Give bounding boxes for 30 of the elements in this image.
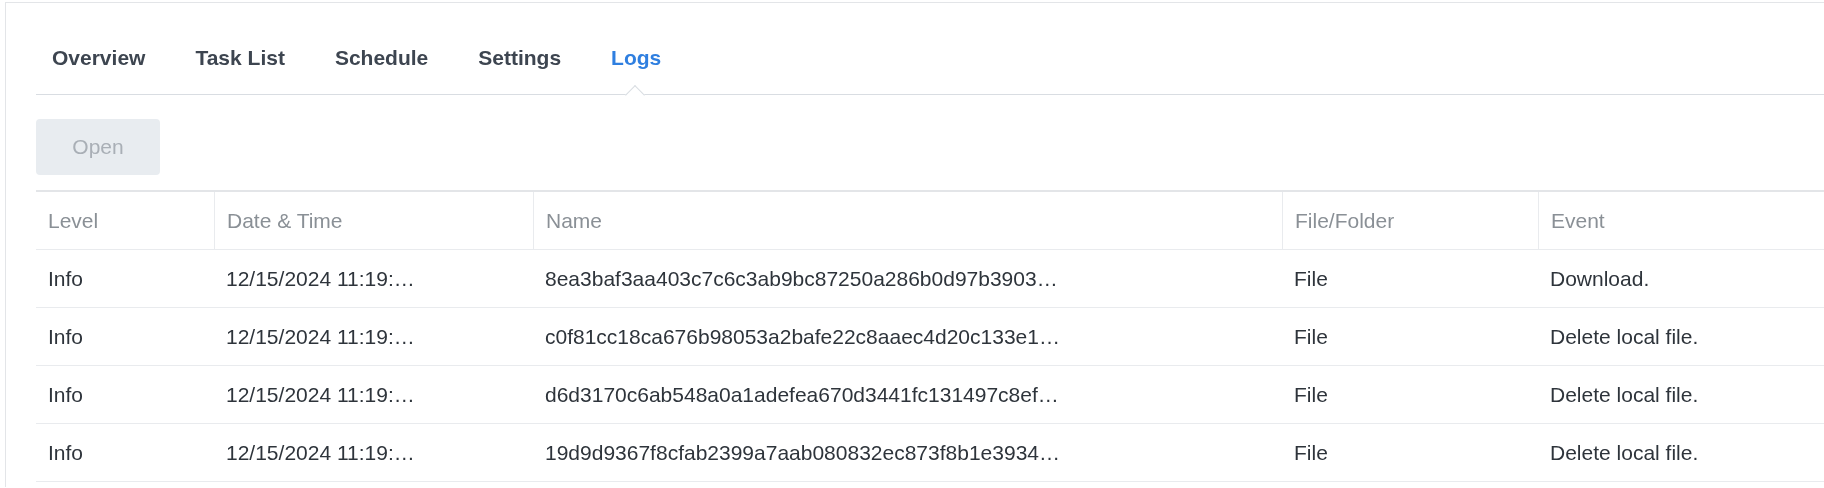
table-cell-text: Delete local file.	[1549, 381, 1700, 408]
table-cell-text: File	[1293, 439, 1329, 466]
tab[interactable]: Overview	[36, 46, 160, 94]
column-header[interactable]: Event	[1538, 192, 1824, 249]
tab[interactable]: Logs	[595, 46, 676, 94]
tab[interactable]: Schedule	[318, 46, 443, 94]
tab[interactable]: Task List	[179, 46, 299, 94]
table-cell-text: Info	[47, 439, 85, 466]
table-cell-text: d6d3170c6ab548a0a1adefea670d3441fc131497c8ef…	[544, 381, 1060, 408]
table-cell-text: Download.	[1549, 265, 1651, 292]
table-cell-text: Info	[47, 381, 85, 408]
column-header[interactable]: File/Folder	[1282, 192, 1538, 249]
table-cell-text: Info	[47, 265, 85, 292]
table-cell-text: 19d9d9367f8cfab2399a7aab080832ec873f8b1e3934…	[544, 439, 1061, 466]
column-header[interactable]: Name	[533, 192, 1282, 249]
table-cell-text: c0f81cc18ca676b98053a2bafe22c8aaec4d20c133e1…	[544, 323, 1061, 350]
table-cell-text: 12/15/2024 11:19:…	[225, 323, 416, 350]
table-cell-text: 8ea3baf3aa403c7c6c3ab9bc87250a286b0d97b3903…	[544, 265, 1059, 292]
table-cell-text: 12/15/2024 11:19:…	[225, 265, 416, 292]
column-header[interactable]: Level	[36, 192, 214, 249]
column-header[interactable]: Date & Time	[214, 192, 533, 249]
table-cell-text: Info	[47, 323, 85, 350]
tab[interactable]: Settings	[462, 46, 576, 94]
table-cell-text: 12/15/2024 11:19:…	[225, 381, 416, 408]
table-cell-text: File	[1293, 265, 1329, 292]
table-cell-text: File	[1293, 381, 1329, 408]
table-cell-text: 12/15/2024 11:19:…	[225, 439, 416, 466]
table-cell-text: Delete local file.	[1549, 439, 1700, 466]
table-cell-text: Delete local file.	[1549, 323, 1700, 350]
table-cell-text: File	[1293, 323, 1329, 350]
